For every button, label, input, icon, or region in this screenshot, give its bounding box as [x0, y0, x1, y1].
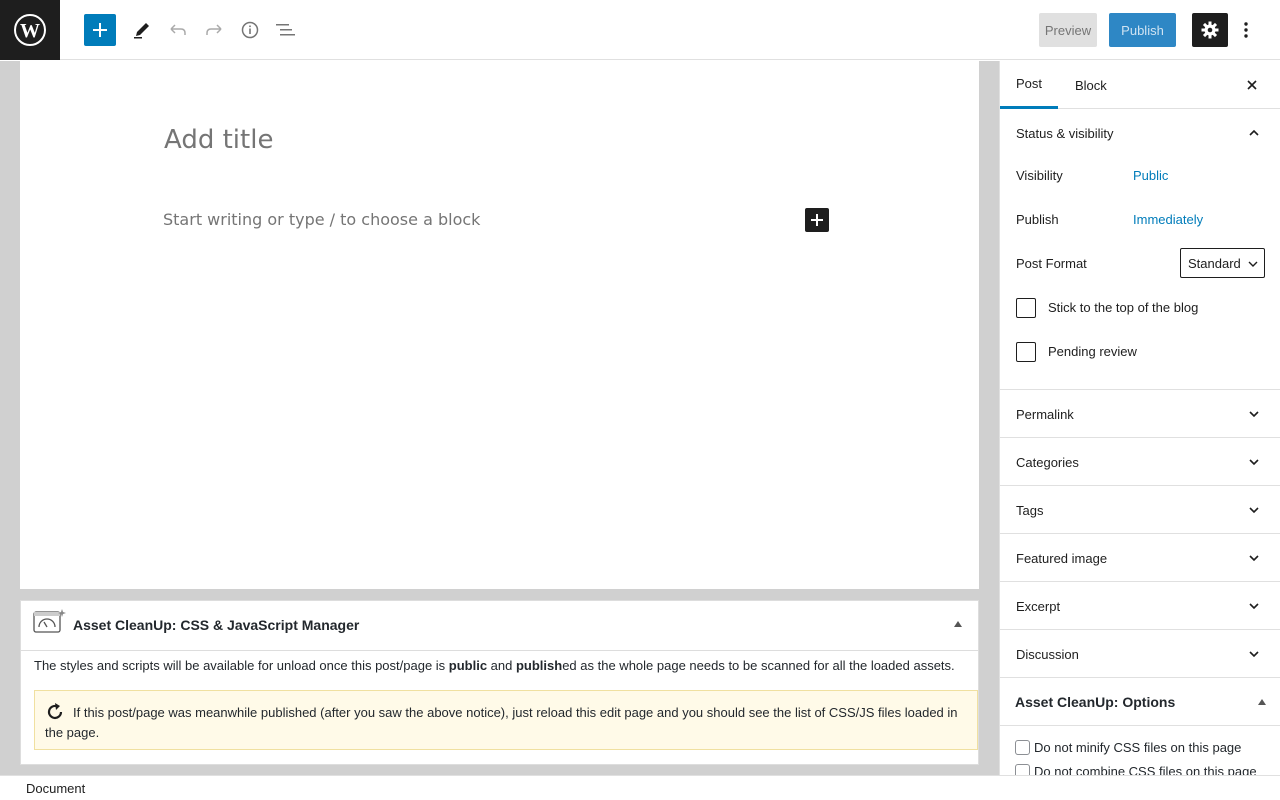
tools-button[interactable] — [126, 14, 158, 46]
panel-title: Excerpt — [1016, 599, 1061, 614]
undo-button[interactable] — [162, 14, 194, 46]
reload-notice: If this post/page was meanwhile publishe… — [34, 690, 978, 750]
publish-button[interactable]: Publish — [1109, 13, 1176, 47]
publish-label: Publish — [1016, 212, 1059, 227]
meta-box-header[interactable]: Asset CleanUp: CSS & JavaScript Manager — [21, 601, 978, 651]
chevron-down-icon — [1249, 459, 1259, 466]
tab-block[interactable]: Block — [1075, 61, 1107, 109]
chevron-down-icon — [1249, 507, 1259, 514]
panel-title: Tags — [1016, 503, 1044, 518]
panel-status-visibility-header[interactable]: Status & visibility — [1000, 109, 1280, 157]
panel-featured-image-header[interactable]: Featured image — [1000, 534, 1280, 582]
block-breadcrumb-footer: Document — [0, 775, 1280, 800]
no-combine-css-checkbox[interactable] — [1015, 764, 1030, 775]
asset-cleanup-meta-box: Asset CleanUp: CSS & JavaScript Manager … — [20, 600, 979, 765]
chevron-down-icon — [1249, 411, 1259, 418]
svg-text:W: W — [20, 20, 40, 42]
inline-add-block-button[interactable] — [805, 208, 829, 232]
panel-title: Discussion — [1016, 647, 1079, 662]
close-sidebar-button[interactable] — [1244, 77, 1260, 93]
meta-box-description: The styles and scripts will be available… — [34, 658, 969, 673]
panel-tags-header[interactable]: Tags — [1000, 486, 1280, 534]
add-block-button[interactable] — [84, 14, 116, 46]
pencil-icon — [134, 23, 149, 39]
chevron-down-icon — [1249, 651, 1259, 658]
status-visibility-panel: Visibility Public Publish Immediately Po… — [1000, 157, 1280, 390]
visibility-toggle[interactable]: Public — [1133, 168, 1168, 183]
wordpress-icon: W — [14, 14, 46, 46]
post-format-value: Standard — [1188, 255, 1241, 271]
settings-button[interactable] — [1192, 13, 1228, 47]
list-view-icon — [276, 24, 295, 36]
no-minify-css-checkbox[interactable] — [1015, 740, 1030, 755]
description-bold-2: publish — [515, 658, 563, 673]
sticky-label: Stick to the top of the blog — [1048, 300, 1199, 315]
chevron-up-icon — [1249, 129, 1259, 136]
breadcrumb-document[interactable]: Document — [26, 781, 85, 796]
notice-text: If this post/page was meanwhile publishe… — [45, 705, 958, 740]
panel-title: Status & visibility — [1016, 126, 1114, 141]
editor-area: Add title Start writing or type / to cho… — [0, 61, 999, 775]
panel-discussion-header[interactable]: Discussion — [1000, 630, 1280, 678]
collapse-arrow-icon[interactable] — [1258, 699, 1266, 705]
editor-canvas: Add title Start writing or type / to cho… — [20, 61, 979, 589]
description-text-1: The styles and scripts will be available… — [34, 658, 449, 673]
description-bold-1: public — [448, 658, 488, 673]
panel-permalink-header[interactable]: Permalink — [1000, 390, 1280, 438]
tab-post[interactable]: Post — [1000, 61, 1059, 109]
info-icon — [241, 21, 259, 39]
plus-icon — [93, 23, 107, 37]
pending-review-checkbox[interactable] — [1016, 342, 1036, 362]
post-format-select[interactable]: Standard — [1180, 248, 1265, 278]
sidebar-tabs: Post Block — [1000, 61, 1280, 109]
post-title-input[interactable]: Add title — [164, 125, 273, 155]
close-icon — [1247, 80, 1257, 90]
wordpress-logo-button[interactable]: W — [0, 0, 60, 60]
meta-box-title: Asset CleanUp: CSS & JavaScript Manager — [73, 617, 360, 633]
details-button[interactable] — [234, 14, 266, 46]
gear-icon — [1201, 21, 1219, 39]
panel-categories-header[interactable]: Categories — [1000, 438, 1280, 486]
sticky-checkbox[interactable] — [1016, 298, 1036, 318]
collapse-arrow-icon[interactable] — [954, 621, 962, 627]
plus-icon — [811, 214, 823, 226]
list-view-button[interactable] — [270, 14, 302, 46]
redo-button[interactable] — [198, 14, 230, 46]
options-menu-button[interactable] — [1236, 14, 1256, 46]
preview-button[interactable]: Preview — [1039, 13, 1097, 47]
chevron-down-icon — [1249, 603, 1259, 610]
no-combine-css-label: Do not combine CSS files on this page — [1034, 764, 1257, 775]
panel-title: Categories — [1016, 455, 1079, 470]
publish-date-toggle[interactable]: Immediately — [1133, 212, 1203, 227]
redo-icon — [206, 24, 222, 35]
settings-sidebar: Post Block Status & visibility Visibilit… — [999, 61, 1280, 775]
editor-header: W Preview Publish — [0, 0, 1280, 60]
paragraph-block-placeholder[interactable]: Start writing or type / to choose a bloc… — [163, 210, 480, 229]
panel-title: Permalink — [1016, 407, 1074, 422]
no-minify-css-label: Do not minify CSS files on this page — [1034, 740, 1242, 755]
chevron-down-icon — [1248, 261, 1258, 267]
speedometer-icon — [33, 609, 66, 633]
more-vertical-icon — [1244, 22, 1248, 38]
panel-excerpt-header[interactable]: Excerpt — [1000, 582, 1280, 630]
asset-cleanup-options-header[interactable]: Asset CleanUp: Options — [1000, 678, 1280, 726]
description-text-2: and — [487, 658, 516, 673]
no-minify-css-option[interactable]: Do not minify CSS files on this page — [1015, 740, 1241, 755]
undo-icon — [170, 24, 186, 35]
chevron-down-icon — [1249, 555, 1259, 562]
description-text-3: ed as the whole page needs to be scanned… — [562, 658, 955, 673]
pending-review-label: Pending review — [1048, 344, 1137, 359]
visibility-label: Visibility — [1016, 168, 1063, 183]
post-format-label: Post Format — [1016, 256, 1087, 271]
asset-cleanup-options-title: Asset CleanUp: Options — [1015, 694, 1176, 710]
panel-title: Featured image — [1016, 551, 1108, 566]
no-combine-css-option[interactable]: Do not combine CSS files on this page — [1015, 764, 1257, 775]
asset-cleanup-options-body: Do not minify CSS files on this page Do … — [1000, 726, 1280, 775]
